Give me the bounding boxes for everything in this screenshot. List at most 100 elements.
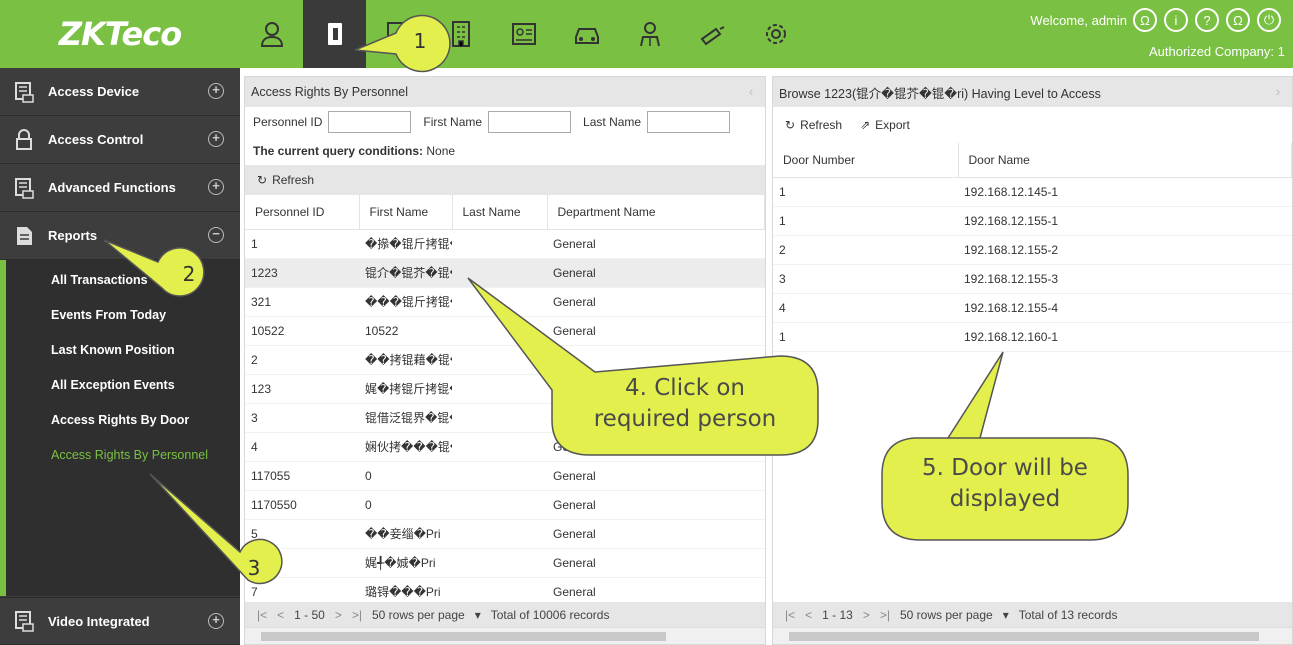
first-name-input[interactable] [488, 111, 572, 133]
table-cell [452, 403, 547, 433]
table-cell: �撡�锟斤拷锟� [359, 229, 452, 259]
id-card-icon[interactable] [492, 0, 555, 68]
column-header[interactable]: Last Name [452, 195, 548, 230]
table-cell: 娓╃�娍�Pri [359, 548, 452, 578]
personnel-icon[interactable] [240, 0, 303, 68]
menu-advanced-functions[interactable]: Advanced Functions + [0, 164, 240, 212]
column-header[interactable]: Personnel ID [245, 195, 360, 230]
rows-per-page-select[interactable]: 50 rows per page [372, 608, 465, 622]
table-cell: General [547, 316, 765, 346]
table-cell: 4 [245, 432, 359, 462]
personnel-id-input[interactable] [328, 111, 412, 133]
query-conditions: The current query conditions: None [253, 144, 456, 158]
first-page-button[interactable]: |< [257, 608, 267, 622]
table-row[interactable]: 10522 10522 General [245, 316, 765, 346]
table-row[interactable]: 1 192.168.12.160-1 [773, 322, 1292, 352]
table-cell [452, 258, 547, 288]
horizontal-scrollbar[interactable] [773, 627, 1292, 644]
table-row[interactable]: 1 192.168.12.145-1 [773, 177, 1292, 207]
patrol-icon[interactable] [681, 0, 744, 68]
table-row[interactable]: 1 192.168.12.155-1 [773, 206, 1292, 236]
rows-per-page-select[interactable]: 50 rows per page [900, 608, 993, 622]
expand-icon[interactable]: + [208, 613, 224, 629]
table-cell [452, 374, 547, 404]
personnel-panel: Access Rights By Personnel ‹ Personnel I… [244, 76, 766, 645]
power-icon[interactable]: ⏻ [1257, 8, 1281, 32]
next-page-button[interactable]: > [863, 608, 870, 622]
export-button[interactable]: ⇗ Export [860, 118, 910, 132]
expand-icon[interactable]: + [208, 83, 224, 99]
visitor-icon[interactable] [618, 0, 681, 68]
column-header[interactable]: Door Name [958, 143, 1292, 178]
column-header[interactable]: First Name [359, 195, 453, 230]
column-header[interactable]: Door Number [773, 143, 959, 178]
table-row[interactable]: 321���锟斤拷锟� General [245, 287, 765, 317]
table-row[interactable]: 4娴伙拷���锟� General [245, 432, 765, 462]
total-records: Total of 13 records [1018, 607, 1118, 622]
chevron-down-icon[interactable]: ▾ [475, 608, 481, 622]
table-cell: 117055 [245, 461, 359, 491]
expand-icon[interactable]: + [208, 131, 224, 147]
table-cell [452, 345, 547, 375]
first-page-button[interactable]: |< [785, 608, 795, 622]
menu-access-control[interactable]: Access Control + [0, 116, 240, 164]
last-page-button[interactable]: >| [880, 608, 890, 622]
table-cell: 10522 [359, 316, 452, 346]
sidebar-item-access-rights-by-personnel[interactable]: Access Rights By Personnel [6, 437, 240, 472]
car-icon[interactable] [555, 0, 618, 68]
collapse-icon[interactable]: − [208, 227, 224, 243]
table-cell: 192.168.12.155-2 [958, 235, 1292, 265]
sidebar-item-last-known-position[interactable]: Last Known Position [6, 332, 240, 367]
table-cell: General [547, 258, 765, 288]
settings-icon[interactable] [744, 0, 807, 68]
table-cell: 1223 [245, 258, 359, 288]
account-icon[interactable]: Ω [1226, 8, 1250, 32]
menu-access-device[interactable]: Access Device + [0, 68, 240, 116]
table-row[interactable]: 2 192.168.12.155-2 [773, 235, 1292, 265]
sidebar-item-events-from-today[interactable]: Events From Today [6, 297, 240, 332]
last-page-button[interactable]: >| [352, 608, 362, 622]
table-row[interactable]: 3 192.168.12.155-3 [773, 264, 1292, 294]
collapse-right-icon[interactable]: › [1276, 85, 1280, 99]
menu-video-integrated[interactable]: Video Integrated + [0, 597, 240, 645]
user-circle-icon[interactable]: Ω [1133, 8, 1157, 32]
refresh-button[interactable]: ↻ Refresh [785, 118, 842, 132]
last-name-input[interactable] [647, 111, 731, 133]
callout-number-1: 1 [413, 29, 427, 53]
table-row[interactable]: 117055 0 General [245, 461, 765, 491]
page-range: 1 - 50 [294, 607, 325, 622]
callout-number-2: 2 [182, 262, 196, 286]
table-row[interactable]: 6 娓╃�娍�Pri General [245, 548, 765, 578]
doors-panel: Browse 1223(锟介�锟芥�锟�ri) Having Level to … [772, 76, 1293, 645]
table-cell [452, 461, 547, 491]
refresh-icon: ↻ [257, 173, 268, 187]
table-cell: 192.168.12.155-3 [958, 264, 1292, 294]
info-icon[interactable]: i [1164, 8, 1188, 32]
refresh-button[interactable]: ↻ Refresh [257, 173, 314, 187]
doors-table: Door Number Door Name 1 192.168.12.145-1 1… [773, 143, 1292, 352]
table-cell: 娓�拷锟斤拷锟� [359, 374, 452, 404]
menu-reports[interactable]: Reports − [0, 212, 240, 260]
table-row[interactable]: 2��拷锟藉�锟� [245, 345, 765, 375]
table-row[interactable]: 5 ��妾缁�Pri General [245, 519, 765, 549]
building-icon[interactable] [429, 0, 492, 68]
prev-page-button[interactable]: < [277, 608, 284, 622]
table-row[interactable]: 1223锟介�锟芥�锟� General [245, 258, 765, 288]
expand-icon[interactable]: + [208, 179, 224, 195]
table-row[interactable]: 4 192.168.12.155-4 [773, 293, 1292, 323]
table-cell: 1 [773, 322, 958, 352]
help-icon[interactable]: ? [1195, 8, 1219, 32]
column-header[interactable]: Department Name [547, 195, 765, 230]
collapse-left-icon[interactable]: ‹ [749, 85, 753, 99]
table-row[interactable]: 1�撡�锟斤拷锟� General [245, 229, 765, 259]
header-actions: Ω i ? Ω ⏻ [1133, 8, 1293, 32]
sidebar-item-all-exception-events[interactable]: All Exception Events [6, 367, 240, 402]
sidebar-item-all-transactions[interactable]: All Transactions [6, 262, 240, 297]
prev-page-button[interactable]: < [805, 608, 812, 622]
access-icon[interactable] [303, 0, 366, 68]
table-row[interactable]: 1170550 0 General [245, 490, 765, 520]
chevron-down-icon[interactable]: ▾ [1003, 608, 1009, 622]
horizontal-scrollbar[interactable] [245, 627, 765, 644]
next-page-button[interactable]: > [335, 608, 342, 622]
sidebar-item-access-rights-by-door[interactable]: Access Rights By Door [6, 402, 240, 437]
